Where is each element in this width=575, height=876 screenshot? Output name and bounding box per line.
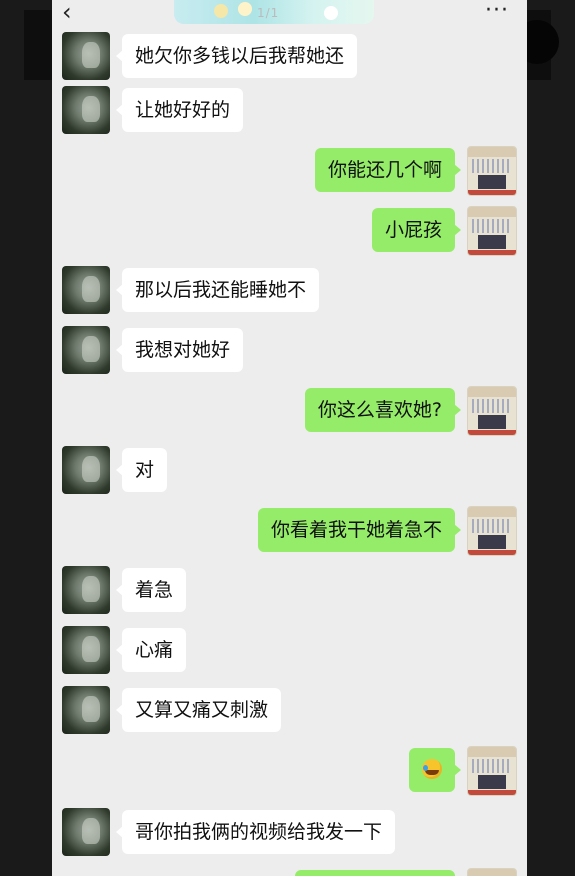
message-row: 那以后我还能睡她不 bbox=[52, 266, 527, 314]
self-avatar[interactable] bbox=[467, 506, 517, 556]
contact-avatar[interactable] bbox=[62, 266, 110, 314]
back-icon[interactable]: ‹ bbox=[62, 0, 72, 24]
chat-topbar: ‹ 1/1 ··· bbox=[52, 0, 527, 30]
message-bubble-incoming[interactable]: 她欠你多钱以后我帮她还 bbox=[115, 34, 358, 78]
contact-avatar[interactable] bbox=[62, 686, 110, 734]
contact-avatar[interactable] bbox=[62, 32, 110, 80]
message-bubble-incoming[interactable]: 我想对她好 bbox=[115, 328, 244, 372]
contact-avatar[interactable] bbox=[62, 626, 110, 674]
message-bubble-incoming[interactable]: 哥你拍我俩的视频给我发一下 bbox=[115, 810, 396, 854]
message-row: 对 bbox=[52, 446, 527, 494]
message-row: 又算又痛又刺激 bbox=[52, 686, 527, 734]
message-bubble-outgoing[interactable]: 小屁孩 bbox=[371, 208, 462, 252]
message-bubble-incoming[interactable]: 心痛 bbox=[115, 628, 187, 672]
message-row: 你这么喜欢她? bbox=[52, 386, 527, 436]
contact-avatar[interactable] bbox=[62, 326, 110, 374]
message-row: 小屁孩 bbox=[52, 206, 527, 256]
message-bubble-outgoing[interactable]: 你能还几个啊 bbox=[314, 148, 462, 192]
more-icon[interactable]: ··· bbox=[485, 0, 509, 23]
message-row: 我想对她好 bbox=[52, 326, 527, 374]
background-blur-left bbox=[24, 10, 52, 80]
self-avatar[interactable] bbox=[467, 386, 517, 436]
message-bubble-incoming[interactable]: 又算又痛又刺激 bbox=[115, 688, 282, 732]
message-bubble-outgoing[interactable]: 你看着我干她着急不 bbox=[257, 508, 462, 552]
message-bubble-outgoing[interactable] bbox=[295, 870, 455, 876]
laughing-tears-emoji-icon bbox=[422, 758, 442, 779]
message-bubble-incoming[interactable]: 让她好好的 bbox=[115, 88, 244, 132]
message-row: 着急 bbox=[52, 566, 527, 614]
message-row: 让她好好的 bbox=[52, 86, 527, 134]
message-bubble-incoming[interactable]: 对 bbox=[115, 448, 168, 492]
message-bubble-incoming[interactable]: 着急 bbox=[115, 568, 187, 612]
page-indicator: 1/1 bbox=[257, 6, 280, 20]
self-avatar[interactable] bbox=[467, 746, 517, 796]
contact-avatar[interactable] bbox=[62, 446, 110, 494]
message-row: 心痛 bbox=[52, 626, 527, 674]
message-row bbox=[52, 746, 527, 796]
message-row: 她欠你多钱以后我帮她还 bbox=[52, 32, 527, 80]
contact-avatar[interactable] bbox=[62, 566, 110, 614]
message-bubble-outgoing[interactable]: 你这么喜欢她? bbox=[304, 388, 462, 432]
contact-avatar[interactable] bbox=[62, 808, 110, 856]
message-bubble-outgoing[interactable] bbox=[409, 748, 461, 792]
screenshot-frame-right bbox=[527, 0, 575, 876]
message-row: 哥你拍我俩的视频给我发一下 bbox=[52, 808, 527, 856]
self-avatar[interactable] bbox=[467, 146, 517, 196]
chat-screen: ‹ 1/1 ··· 她欠你多钱以后我帮她还 让她好好的 你能还几个啊 小屁孩 那… bbox=[52, 0, 527, 876]
message-row: 你能还几个啊 bbox=[52, 146, 527, 196]
message-row: 你看着我干她着急不 bbox=[52, 506, 527, 556]
message-bubble-incoming[interactable]: 那以后我还能睡她不 bbox=[115, 268, 320, 312]
self-avatar[interactable] bbox=[467, 868, 517, 876]
screenshot-frame-left bbox=[0, 0, 52, 876]
message-row bbox=[52, 868, 527, 876]
self-avatar[interactable] bbox=[467, 206, 517, 256]
contact-avatar[interactable] bbox=[62, 86, 110, 134]
